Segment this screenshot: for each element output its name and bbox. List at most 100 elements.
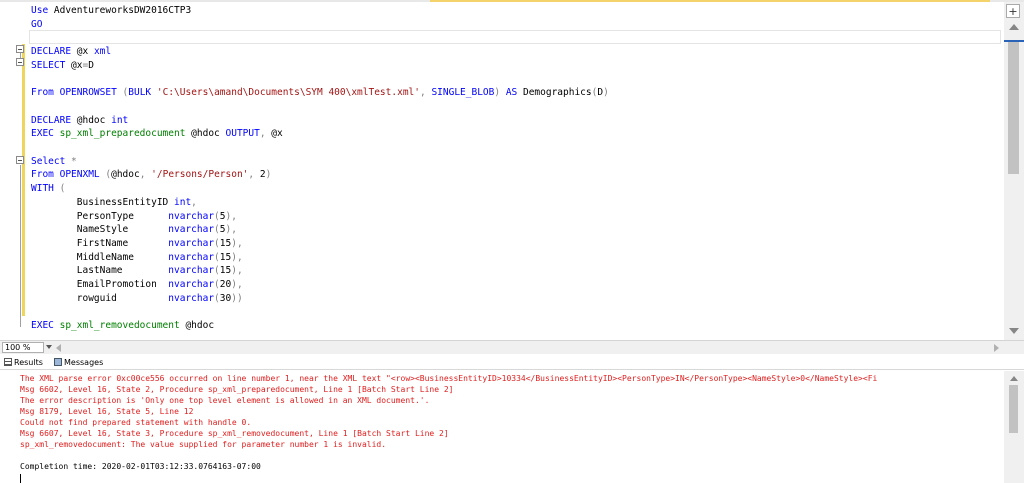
code-token: nvarchar: [168, 224, 215, 236]
code-line[interactable]: NameStyle nvarchar(5),: [31, 223, 237, 236]
code-token: int: [174, 196, 192, 208]
code-token: ,: [248, 169, 260, 181]
split-plus-icon[interactable]: +: [1006, 4, 1020, 18]
code-line[interactable]: Use AdventureworksDW2016CTP3: [31, 4, 191, 17]
editor-vertical-scrollbar[interactable]: +: [1004, 2, 1024, 340]
code-token: Demographics: [522, 87, 592, 99]
code-line[interactable]: GO: [31, 18, 42, 31]
code-token: ,: [419, 87, 432, 99]
code-token: ),: [225, 210, 237, 222]
code-token: 30: [219, 292, 232, 304]
tab-messages[interactable]: Messages: [54, 357, 103, 369]
code-token: GO: [31, 18, 43, 30]
tab-messages-label: Messages: [64, 358, 104, 367]
scroll-right-arrow-icon[interactable]: [994, 344, 999, 352]
code-token: 20: [219, 279, 232, 290]
code-line[interactable]: EXEC sp_xml_preparedocument @hdoc OUTPUT…: [31, 127, 283, 140]
code-token: ),: [231, 265, 243, 277]
grid-icon: [4, 358, 12, 366]
scroll-up-arrow-icon[interactable]: [1010, 376, 1018, 381]
code-line[interactable]: From OPENXML (@hdoc, '/Persons/Person', …: [31, 168, 271, 181]
code-token: ),: [225, 224, 237, 236]
code-token: OPENXML: [59, 169, 106, 181]
code-token: (: [59, 183, 66, 195]
code-token: OUTPUT: [225, 128, 260, 140]
code-token: 15: [219, 265, 232, 277]
code-token: Use: [31, 5, 54, 16]
code-token: nvarchar: [168, 251, 215, 263]
messages-vertical-scrollbar[interactable]: [1004, 371, 1024, 483]
code-line[interactable]: SELECT @x=D: [31, 59, 94, 72]
tab-results[interactable]: Results: [4, 357, 43, 369]
code-token: '/Persons/Person': [151, 169, 249, 181]
code-token: DECLARE: [31, 46, 77, 58]
code-line[interactable]: FirstName nvarchar(15),: [31, 237, 243, 250]
code-line[interactable]: LastName nvarchar(15),: [31, 264, 243, 277]
message-line: Msg 8179, Level 16, State 5, Line 12: [20, 407, 194, 416]
code-token: @hdoc: [185, 320, 215, 332]
code-token: ),: [231, 237, 243, 249]
code-token: EmailPromotion: [31, 279, 169, 290]
collapse-toggle[interactable]: [16, 45, 24, 53]
collapse-toggle[interactable]: [16, 156, 24, 164]
message-line: Msg 6602, Level 16, State 2, Procedure s…: [20, 385, 454, 394]
scroll-thumb[interactable]: [1009, 385, 1018, 433]
code-line[interactable]: WITH (: [31, 182, 65, 195]
code-token: WITH: [31, 183, 60, 195]
code-token: SINGLE_BLOB: [431, 87, 495, 99]
tab-results-label: Results: [14, 358, 43, 367]
code-token: From: [31, 87, 60, 99]
code-token: AdventureworksDW2016CTP3: [53, 5, 192, 16]
query-editor[interactable]: Use AdventureworksDW2016CTP3 GO DECLARE @x…: [0, 2, 1024, 340]
code-token: FirstName: [31, 237, 169, 249]
message-line: Completion time: 2020-02-01T03:12:33.076…: [20, 462, 261, 471]
message-line: sp_xml_removedocument: The value supplie…: [20, 440, 387, 449]
collapse-toggle[interactable]: [16, 58, 24, 66]
code-token: ,: [139, 169, 152, 181]
code-token: SELECT: [31, 59, 72, 71]
code-token: @x: [271, 128, 283, 140]
code-token: int: [111, 114, 129, 126]
results-tab-bar: Results Messages: [0, 356, 1024, 370]
code-line[interactable]: DECLARE @x xml: [31, 45, 111, 58]
code-line[interactable]: PersonType nvarchar(5),: [31, 210, 237, 223]
zoom-dropdown-icon[interactable]: [46, 345, 52, 349]
code-area[interactable]: Use AdventureworksDW2016CTP3 GO DECLARE @x…: [31, 2, 1001, 340]
messages-icon: [54, 358, 62, 366]
code-token: nvarchar: [168, 265, 215, 277]
zoom-value: 100 %: [5, 343, 31, 352]
zoom-select[interactable]: 100 %: [2, 342, 44, 353]
code-token: @hdoc: [76, 114, 112, 126]
code-token: rowguid: [31, 292, 169, 304]
code-token: ),: [231, 251, 243, 263]
code-token: @hdoc: [191, 128, 226, 140]
code-token: EXEC: [31, 128, 60, 140]
code-token: *: [71, 155, 77, 167]
code-line[interactable]: From OPENROWSET (BULK 'C:\Users\amand\Do…: [31, 86, 609, 99]
code-line[interactable]: MiddleName nvarchar(15),: [31, 251, 243, 264]
scroll-up-arrow-icon[interactable]: [1009, 24, 1019, 30]
code-line[interactable]: DECLARE @hdoc int: [31, 114, 128, 127]
code-line[interactable]: rowguid nvarchar(30)): [31, 292, 243, 305]
code-token: 15: [219, 251, 232, 263]
code-token: xml: [93, 46, 112, 58]
code-line[interactable]: EmailPromotion nvarchar(20),: [31, 278, 243, 291]
code-token: 15: [219, 237, 232, 249]
code-token: @x: [71, 59, 83, 71]
code-token: )): [231, 292, 243, 304]
code-token: Select: [31, 155, 72, 167]
code-line[interactable]: Select *: [31, 155, 77, 168]
code-line[interactable]: EXEC sp_xml_removedocument @hdoc: [31, 319, 214, 332]
scroll-down-arrow-icon[interactable]: [1009, 328, 1019, 334]
scroll-left-arrow-icon[interactable]: [56, 344, 61, 352]
editor-horizontal-bar: 100 %: [0, 340, 1024, 354]
code-token: nvarchar: [168, 292, 215, 304]
code-token: LastName: [31, 265, 169, 277]
code-line[interactable]: BusinessEntityID int,: [31, 196, 197, 209]
scroll-thumb[interactable]: [1008, 42, 1019, 174]
code-token: ): [603, 87, 609, 99]
messages-pane[interactable]: The XML parse error 0xc00ce556 occurred …: [0, 371, 1004, 483]
code-token: PersonType: [31, 210, 169, 222]
code-token: nvarchar: [168, 237, 215, 249]
code-token: 'C:\Users\amand\Documents\SYM 400\xmlTes…: [156, 87, 420, 99]
